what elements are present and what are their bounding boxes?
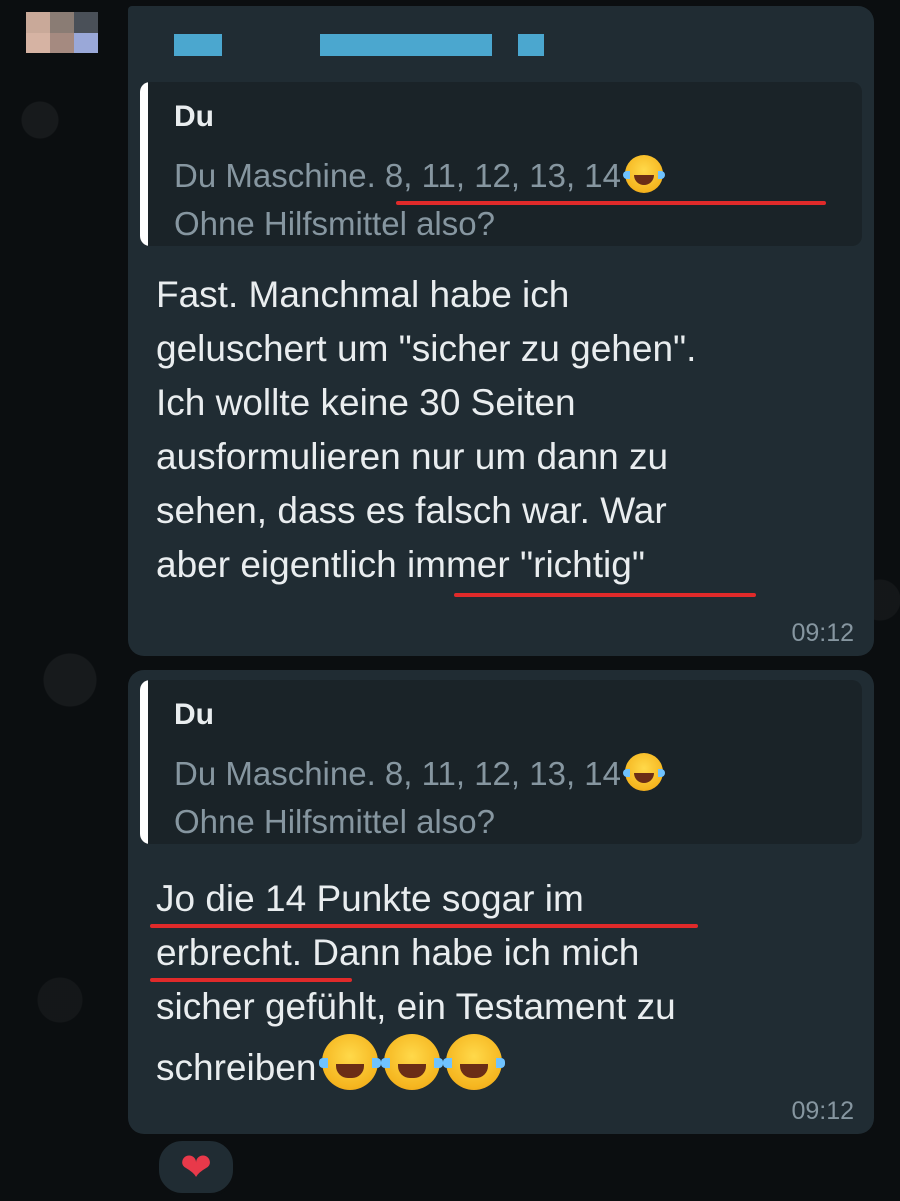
quote-author: Du <box>174 100 214 133</box>
red-underline-annotation <box>150 924 698 928</box>
tears-of-joy-emoji <box>381 1034 444 1090</box>
quote-text-line: Ohne Hilfsmittel also? <box>174 205 495 242</box>
message-line: aber eigentlich immer "richtig" <box>156 544 645 585</box>
red-underline-annotation <box>454 593 756 597</box>
message-line: ausformulieren nur um dann zu <box>156 436 669 477</box>
message-bubble[interactable]: Du Du Maschine. 8, 11, 12, 13, 14 Ohne H… <box>128 670 874 1134</box>
message-text: Fast. Manchmal habe ich geluschert um "s… <box>156 268 856 592</box>
quote-author: Du <box>174 698 214 731</box>
message-timestamp: 09:12 <box>791 1097 854 1125</box>
quote-text: Du Maschine. 8, 11, 12, 13, 14 Ohne Hilf… <box>174 750 834 844</box>
quote-text-line: Du Maschine. 8, 11, 12, 13, 14 <box>174 755 621 792</box>
quoted-message[interactable]: Du Du Maschine. 8, 11, 12, 13, 14 Ohne H… <box>140 82 862 246</box>
message-bubble[interactable]: Du Du Maschine. 8, 11, 12, 13, 14 Ohne H… <box>128 6 874 656</box>
red-underline-annotation <box>150 978 352 982</box>
quote-text-line: Du Maschine. 8, 11, 12, 13, 14 <box>174 157 621 194</box>
quoted-message[interactable]: Du Du Maschine. 8, 11, 12, 13, 14 Ohne H… <box>140 680 862 844</box>
sender-name-redacted <box>174 24 554 58</box>
tears-of-joy-emoji <box>443 1034 506 1090</box>
message-line: Fast. Manchmal habe ich <box>156 274 570 315</box>
quote-accent-bar <box>140 680 148 844</box>
message-line: sehen, dass es falsch war. War <box>156 490 667 531</box>
quote-accent-bar <box>140 82 148 246</box>
red-underline-annotation <box>396 201 826 205</box>
tears-of-joy-emoji <box>319 1034 382 1090</box>
message-timestamp: 09:12 <box>791 619 854 647</box>
tears-of-joy-emoji <box>623 753 665 791</box>
message-text: Jo die 14 Punkte sogar im erbrecht. Dann… <box>156 872 856 1095</box>
message-line: sicher gefühlt, ein Testament zu <box>156 986 676 1027</box>
contact-avatar[interactable] <box>26 12 98 74</box>
message-line-with-emojis: schreiben <box>156 1034 856 1095</box>
message-line: Jo die 14 Punkte sogar im <box>156 878 584 919</box>
tears-of-joy-emoji <box>623 155 665 193</box>
message-line: Ich wollte keine 30 Seiten <box>156 382 576 423</box>
message-line: erbrecht. Dann habe ich mich <box>156 932 640 973</box>
quote-text: Du Maschine. 8, 11, 12, 13, 14 Ohne Hilf… <box>174 152 834 246</box>
quote-text-line: Ohne Hilfsmittel also? <box>174 803 495 840</box>
heart-reaction[interactable]: ❤ <box>156 1138 236 1196</box>
red-heart-icon: ❤ <box>180 1146 212 1189</box>
message-line: schreiben <box>156 1047 317 1088</box>
message-line: geluschert um "sicher zu gehen". <box>156 328 697 369</box>
